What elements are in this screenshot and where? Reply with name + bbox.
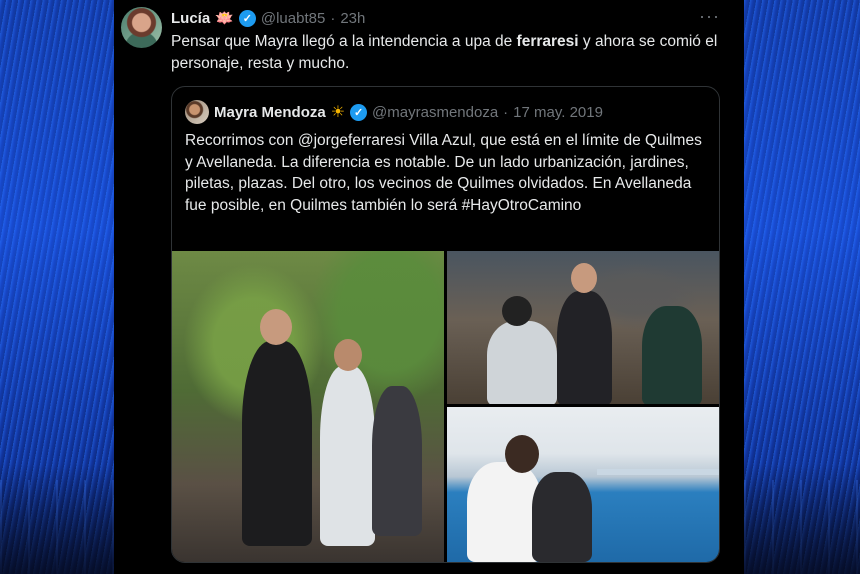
quoted-author-handle: @mayrasmendoza — [372, 103, 499, 121]
photo-grid — [172, 251, 719, 562]
person-figure — [372, 386, 422, 536]
person-figure — [642, 306, 702, 404]
tweet-text-bold: ferraresi — [516, 33, 579, 50]
photo-greeting-neighbors[interactable] — [447, 251, 719, 404]
person-head — [334, 339, 362, 371]
separator-dot: · — [330, 9, 336, 27]
tweet-header: Lucía 🪷 ✓ @luabt85 · 23h — [171, 8, 365, 28]
lotus-emoji-icon: 🪷 — [215, 10, 234, 27]
tweet-text-part1: Pensar que Mayra llegó a la intendencia … — [171, 33, 517, 50]
quoted-tweet-date: 17 may. 2019 — [513, 103, 603, 121]
author-avatar[interactable] — [121, 7, 162, 48]
person-head — [505, 435, 539, 473]
author-name[interactable]: Lucía — [171, 10, 210, 27]
person-figure — [242, 341, 312, 546]
person-figure — [557, 291, 612, 404]
right-background — [744, 0, 860, 574]
sun-emoji-icon: ☀ — [330, 104, 346, 121]
person-figure — [532, 472, 592, 562]
quoted-author-avatar — [185, 100, 209, 124]
photo-indoor-pool[interactable] — [447, 407, 719, 562]
person-head — [571, 263, 597, 293]
tweet-text: Pensar que Mayra llegó a la intendencia … — [171, 31, 731, 75]
photo-walking-group[interactable] — [172, 251, 444, 562]
person-head — [502, 296, 532, 326]
verified-badge-icon: ✓ — [350, 103, 368, 121]
quoted-author-name: Mayra Mendoza — [214, 103, 326, 121]
author-handle[interactable]: @luabt85 — [261, 10, 325, 27]
pool-flags — [597, 469, 719, 475]
quoted-tweet-header: Mayra Mendoza ☀ ✓ @mayrasmendoza · 17 ma… — [214, 101, 603, 123]
quoted-tweet-text: Recorrimos con @jorgeferraresi Villa Azu… — [185, 132, 702, 214]
person-figure — [487, 321, 557, 404]
left-background — [0, 0, 114, 574]
quoted-tweet[interactable]: Mayra Mendoza ☀ ✓ @mayrasmendoza · 17 ma… — [171, 86, 720, 563]
more-options-icon[interactable]: ··· — [699, 6, 720, 27]
tweet-time[interactable]: 23h — [340, 10, 365, 27]
person-figure — [467, 462, 542, 562]
tweet-card[interactable]: Lucía 🪷 ✓ @luabt85 · 23h ··· Pensar que … — [114, 0, 744, 574]
person-head — [260, 309, 292, 345]
verified-badge-icon: ✓ — [238, 9, 256, 27]
separator-dot: · — [503, 103, 509, 121]
person-figure — [320, 366, 375, 546]
